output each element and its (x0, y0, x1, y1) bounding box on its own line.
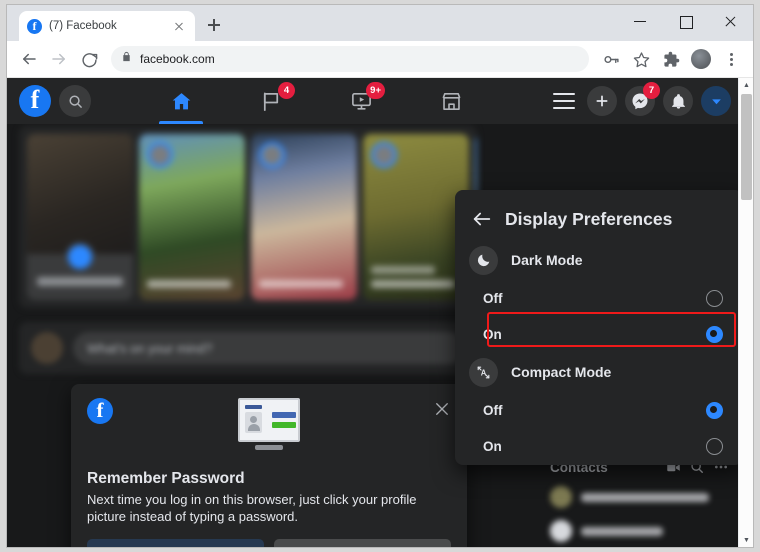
section-dark-mode-header: Dark Mode (461, 240, 737, 280)
close-icon[interactable] (171, 18, 187, 34)
address-bar-url: facebook.com (140, 52, 215, 66)
forward-arrow-icon[interactable] (45, 45, 73, 73)
key-icon[interactable] (597, 45, 625, 73)
lock-icon (121, 50, 132, 68)
compact-mode-option-off[interactable]: Off (461, 392, 737, 428)
tab-watch[interactable]: 9+ (337, 78, 385, 124)
browser-tab-title: (7) Facebook (49, 20, 117, 32)
tab-home[interactable] (157, 78, 205, 124)
tab-marketplace[interactable] (427, 78, 475, 124)
toolbar-right-icons (597, 45, 745, 73)
not-now-button[interactable]: Not Now (274, 539, 451, 547)
story-create-card[interactable] (27, 134, 133, 300)
browser-toolbar: facebook.com (7, 41, 753, 78)
story-card[interactable] (139, 134, 245, 300)
facebook-icon: f (87, 398, 113, 424)
composer-input[interactable]: What's on your mind? (73, 332, 465, 364)
nav-left-group: f (7, 85, 91, 117)
page-scrollbar[interactable]: ▲ ▼ (738, 78, 753, 547)
account-menu-button[interactable] (701, 86, 731, 116)
back-arrow-icon[interactable] (471, 208, 493, 230)
notifications-button[interactable] (663, 86, 693, 116)
radio-compact-mode-off[interactable] (706, 401, 723, 419)
kebab-menu-icon[interactable] (717, 45, 745, 73)
avatar (31, 332, 63, 364)
new-tab-button[interactable] (200, 11, 228, 39)
browser-title-bar: f (7) Facebook (7, 5, 753, 41)
option-label: On (483, 438, 502, 454)
dark-mode-option-off[interactable]: Off (461, 280, 737, 316)
display-preferences-panel: Display Preferences Dark Mode Off On A C… (455, 190, 743, 465)
svg-text:A: A (481, 368, 487, 377)
address-bar[interactable]: facebook.com (111, 46, 589, 72)
dialog-title: Remember Password (87, 470, 245, 487)
minimize-icon[interactable] (618, 5, 663, 37)
page-title: Display Preferences (505, 208, 673, 229)
section-label: Compact Mode (511, 364, 612, 380)
facebook-top-nav: f 4 9+ 7 (7, 78, 753, 124)
back-arrow-icon[interactable] (15, 45, 43, 73)
badge-watch: 9+ (366, 82, 385, 99)
option-label: Off (483, 290, 503, 306)
option-label: On (483, 326, 502, 342)
list-item[interactable] (544, 480, 739, 514)
tab-pages[interactable]: 4 (247, 78, 295, 124)
dialog-actions: OK Not Now (87, 539, 451, 547)
create-button[interactable] (587, 86, 617, 116)
text-resize-icon: A (469, 357, 498, 387)
story-card[interactable] (363, 134, 469, 300)
nav-tabs: 4 9+ (91, 78, 541, 124)
screen: f (7) Facebook facebook.com f 4 9+ 7 Wha… (0, 0, 760, 552)
composer-placeholder: What's on your mind? (87, 340, 213, 356)
panel-header: Display Preferences (461, 198, 737, 240)
radio-dark-mode-off[interactable] (706, 289, 723, 307)
option-label: Off (483, 402, 503, 418)
window-close-icon[interactable] (708, 5, 753, 37)
hamburger-menu-icon[interactable] (541, 78, 587, 124)
post-composer[interactable]: What's on your mind? (19, 322, 477, 374)
window-controls (618, 5, 753, 37)
puzzle-piece-icon[interactable] (657, 45, 685, 73)
list-item[interactable] (544, 514, 739, 547)
dark-mode-option-on[interactable]: On (461, 316, 737, 352)
compact-mode-option-on[interactable]: On (461, 428, 737, 464)
scroll-up-arrow[interactable]: ▲ (739, 78, 753, 93)
radio-dark-mode-on[interactable] (706, 325, 723, 343)
facebook-favicon: f (27, 18, 42, 34)
browser-tab-facebook[interactable]: f (7) Facebook (19, 11, 195, 41)
radio-compact-mode-on[interactable] (706, 437, 723, 455)
monitor-login-icon (238, 398, 300, 450)
contacts-rail: Contacts (544, 454, 739, 547)
facebook-logo-icon[interactable]: f (19, 85, 51, 117)
ok-button[interactable]: OK (87, 539, 264, 547)
dialog-body: Next time you log in on this browser, ju… (87, 492, 417, 524)
search-icon[interactable] (59, 85, 91, 117)
star-icon[interactable] (627, 45, 655, 73)
browser-window: f (7) Facebook facebook.com f 4 9+ 7 Wha… (6, 4, 754, 548)
stories-carousel[interactable] (19, 126, 477, 308)
close-icon[interactable] (433, 400, 451, 418)
section-compact-mode-header: A Compact Mode (461, 352, 737, 392)
messenger-button[interactable]: 7 (625, 82, 660, 116)
avatar[interactable] (687, 45, 715, 73)
reload-icon[interactable] (75, 45, 103, 73)
nav-right-group: 7 (587, 82, 753, 116)
scrollbar-thumb[interactable] (741, 94, 752, 200)
badge-pages: 4 (278, 82, 295, 99)
maximize-icon[interactable] (663, 5, 708, 37)
section-label: Dark Mode (511, 252, 583, 268)
remember-password-dialog: f Remember Password Next time you log in… (71, 384, 467, 547)
scroll-down-arrow[interactable]: ▼ (739, 533, 753, 547)
dialog-header: f (87, 396, 451, 470)
page-viewport: f 4 9+ 7 What's on your mind? Contacts f… (7, 78, 753, 547)
moon-icon (469, 245, 498, 275)
badge-messenger: 7 (643, 82, 660, 99)
story-card[interactable] (251, 134, 357, 300)
